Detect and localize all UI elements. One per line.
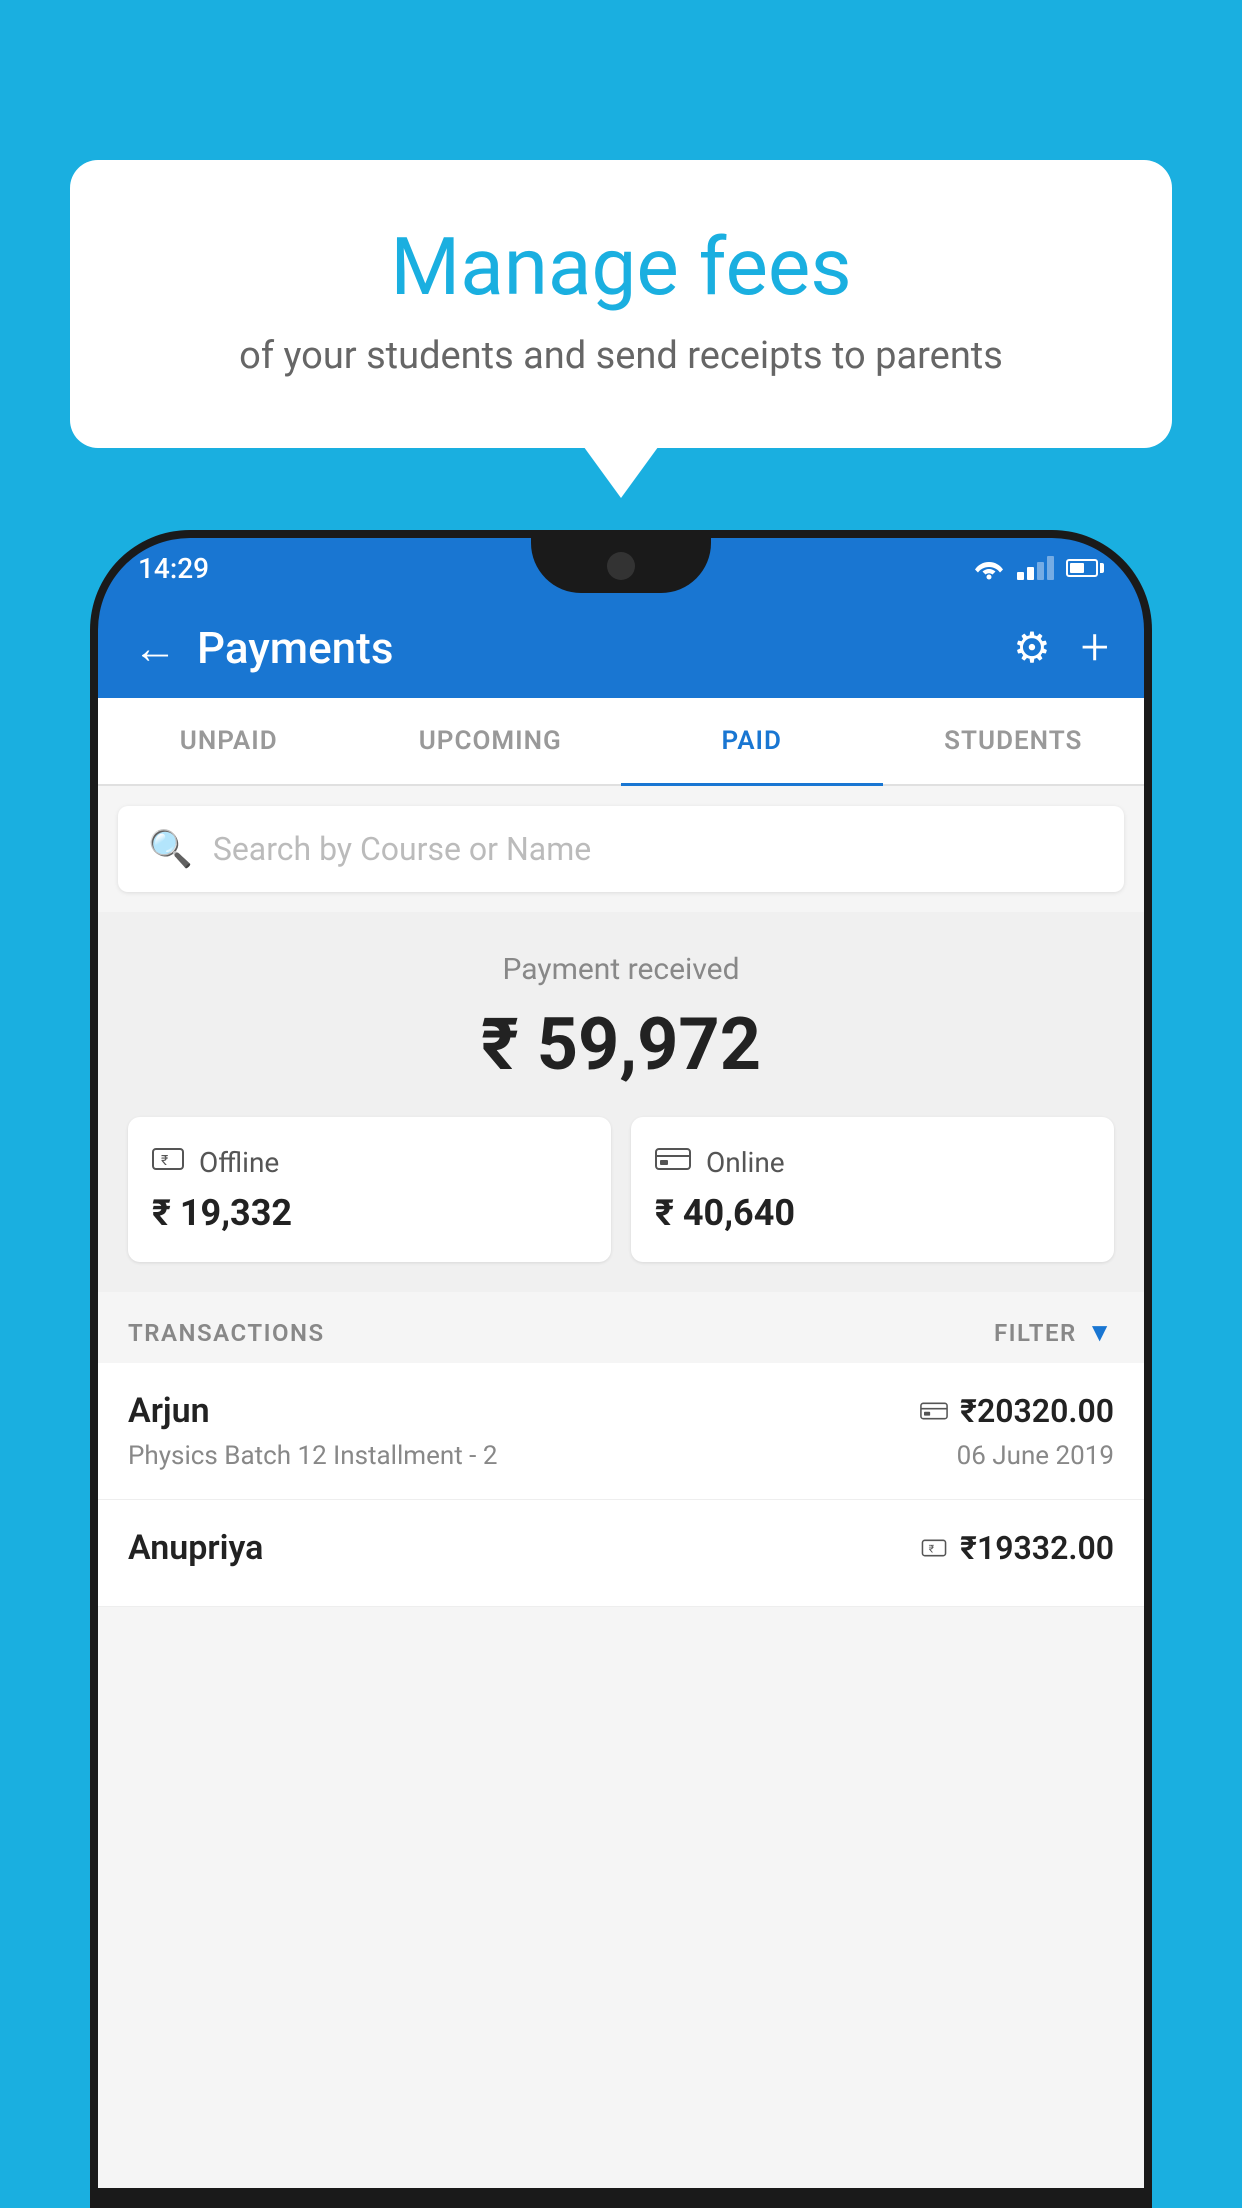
header-icons: [1013, 619, 1109, 677]
transaction-amount-row: ₹ ₹19332.00: [920, 1529, 1114, 1567]
offline-transaction-icon: ₹: [920, 1532, 948, 1565]
offline-amount: ₹ 19,332: [152, 1192, 587, 1234]
tabs: UNPAID UPCOMING PAID STUDENTS: [98, 698, 1144, 786]
transactions-label: TRANSACTIONS: [128, 1319, 325, 1347]
search-input[interactable]: Search by Course or Name: [213, 830, 591, 868]
speech-bubble: Manage fees of your students and send re…: [70, 160, 1172, 448]
transactions-header: TRANSACTIONS FILTER ▼: [98, 1292, 1144, 1363]
filter-button[interactable]: FILTER ▼: [994, 1317, 1114, 1348]
back-button[interactable]: ←: [133, 622, 177, 674]
settings-icon[interactable]: [1013, 623, 1051, 673]
transaction-course: Physics Batch 12 Installment - 2: [128, 1441, 497, 1471]
search-icon: 🔍: [148, 828, 193, 870]
transaction-date: 06 June 2019: [957, 1441, 1114, 1471]
table-row[interactable]: Anupriya ₹ ₹19332.00: [98, 1500, 1144, 1607]
filter-icon: ▼: [1087, 1317, 1114, 1348]
payment-received-section: Payment received ₹ 59,972 ₹: [98, 912, 1144, 1292]
offline-icon: ₹: [152, 1145, 184, 1180]
app-content: 🔍 Search by Course or Name Payment recei…: [98, 786, 1144, 2188]
notch: [531, 538, 711, 593]
payment-received-label: Payment received: [128, 952, 1114, 987]
tab-upcoming[interactable]: UPCOMING: [360, 698, 622, 784]
online-label: Online: [706, 1146, 785, 1179]
filter-label: FILTER: [994, 1319, 1077, 1347]
tab-paid[interactable]: PAID: [621, 698, 883, 784]
transaction-name: Anupriya: [128, 1528, 263, 1568]
payment-cards: ₹ Offline ₹ 19,332: [128, 1117, 1114, 1262]
svg-text:₹: ₹: [929, 1542, 935, 1555]
phone-frame: 14:29: [90, 530, 1152, 2208]
transaction-amount-row: ₹20320.00: [920, 1392, 1114, 1430]
tab-unpaid[interactable]: UNPAID: [98, 698, 360, 784]
transaction-list: Arjun ₹20320.00: [98, 1363, 1144, 1607]
add-icon[interactable]: [1081, 619, 1109, 677]
offline-payment-card: ₹ Offline ₹ 19,332: [128, 1117, 611, 1262]
search-bar[interactable]: 🔍 Search by Course or Name: [118, 806, 1124, 892]
signal-bars-icon: [1017, 556, 1054, 580]
app-header: ← Payments: [98, 598, 1144, 698]
status-bar: 14:29: [98, 538, 1144, 598]
header-title: Payments: [197, 622, 993, 674]
battery-icon: [1066, 559, 1104, 577]
svg-text:₹: ₹: [161, 1153, 168, 1169]
tab-students[interactable]: STUDENTS: [883, 698, 1145, 784]
bubble-title: Manage fees: [150, 220, 1092, 314]
bubble-subtitle: of your students and send receipts to pa…: [150, 334, 1092, 378]
speech-bubble-container: Manage fees of your students and send re…: [70, 160, 1172, 448]
offline-label: Offline: [199, 1146, 279, 1179]
notch-camera: [607, 552, 635, 580]
table-row[interactable]: Arjun ₹20320.00: [98, 1363, 1144, 1500]
payment-received-amount: ₹ 59,972: [128, 1002, 1114, 1087]
transaction-amount: ₹20320.00: [960, 1392, 1114, 1430]
status-icons: [973, 556, 1104, 580]
transaction-name: Arjun: [128, 1391, 210, 1431]
transaction-amount: ₹19332.00: [960, 1529, 1114, 1567]
online-transaction-icon: [920, 1395, 948, 1428]
online-icon: [655, 1145, 691, 1180]
status-time: 14:29: [138, 552, 209, 585]
wifi-icon: [973, 556, 1005, 580]
phone-inner: 14:29: [98, 538, 1144, 2200]
online-payment-card: Online ₹ 40,640: [631, 1117, 1114, 1262]
online-amount: ₹ 40,640: [655, 1192, 1090, 1234]
